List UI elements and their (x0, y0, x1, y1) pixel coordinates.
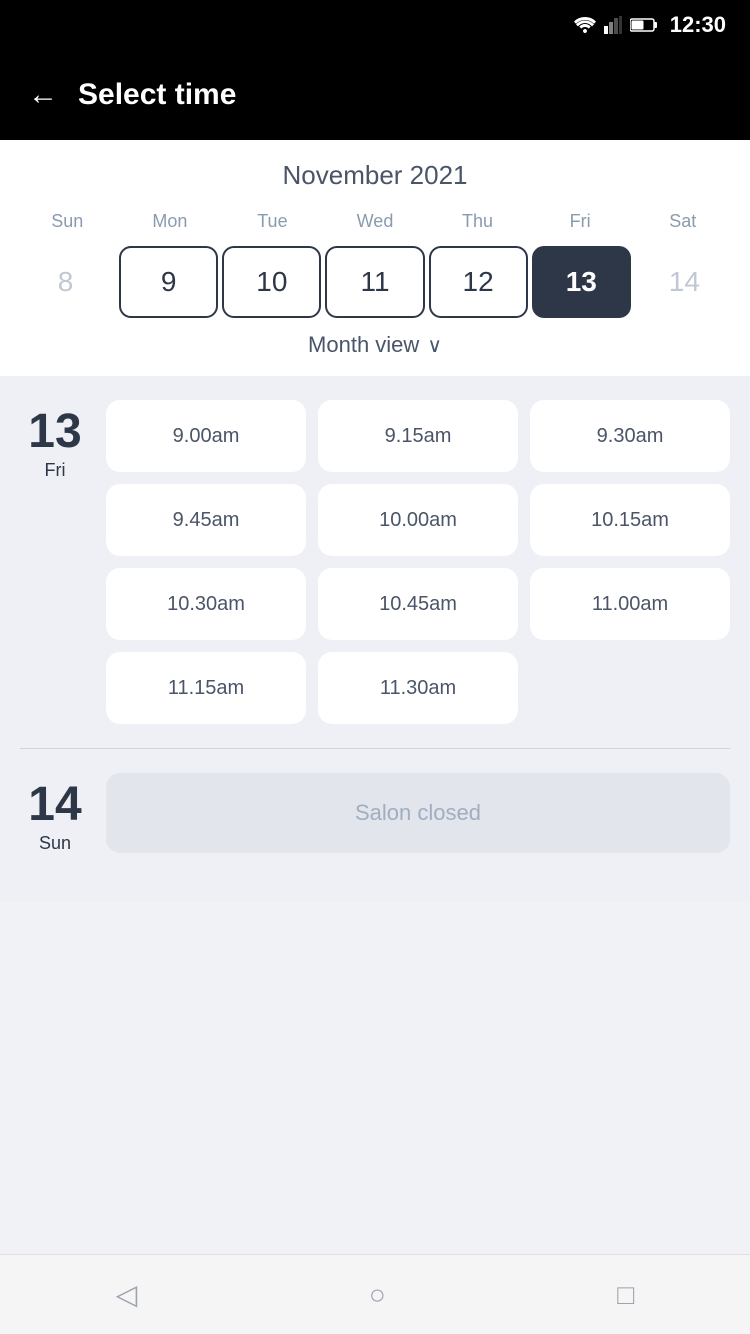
time-slot-1100[interactable]: 11.00am (530, 568, 730, 640)
time-slot-1045[interactable]: 10.45am (318, 568, 518, 640)
month-view-label: Month view (308, 332, 419, 358)
signal-icon (604, 16, 622, 34)
time-slot-1130[interactable]: 11.30am (318, 652, 518, 724)
day-name-14: Sun (39, 833, 71, 854)
time-slot-900[interactable]: 9.00am (106, 400, 306, 472)
weekday-sat: Sat (631, 207, 734, 236)
nav-bar: ◁ ○ □ (0, 1254, 750, 1334)
nav-back-button[interactable]: ◁ (116, 1278, 138, 1311)
app-header: ← Select time (0, 50, 750, 140)
nav-recent-button[interactable]: □ (617, 1279, 634, 1311)
weekday-fri: Fri (529, 207, 632, 236)
nav-home-button[interactable]: ○ (369, 1279, 386, 1311)
weekday-mon: Mon (119, 207, 222, 236)
salon-closed-message: Salon closed (106, 773, 730, 853)
time-grid-13: 9.00am 9.15am 9.30am 9.45am 10.00am 10.1… (106, 400, 730, 724)
time-slot-930[interactable]: 9.30am (530, 400, 730, 472)
time-slot-915[interactable]: 9.15am (318, 400, 518, 472)
calendar-day-14[interactable]: 14 (635, 246, 734, 318)
calendar-day-12[interactable]: 12 (429, 246, 528, 318)
time-slot-1015[interactable]: 10.15am (530, 484, 730, 556)
day-block-13: 13 Fri 9.00am 9.15am 9.30am 9.45am 10.00… (20, 400, 730, 724)
day-block-14: 14 Sun Salon closed (20, 773, 730, 854)
back-button[interactable]: ← (28, 78, 58, 112)
time-slot-1030[interactable]: 10.30am (106, 568, 306, 640)
calendar-day-8[interactable]: 8 (16, 246, 115, 318)
time-slot-1115[interactable]: 11.15am (106, 652, 306, 724)
calendar-month: November 2021 (16, 160, 734, 191)
time-slot-1000[interactable]: 10.00am (318, 484, 518, 556)
month-view-toggle[interactable]: Month view ∨ (16, 318, 734, 364)
day-number-13: 13 (28, 408, 81, 456)
day-label-14: 14 Sun (20, 773, 90, 854)
battery-icon (630, 17, 658, 33)
calendar-day-11[interactable]: 11 (325, 246, 424, 318)
day-name-13: Fri (45, 460, 66, 481)
weekday-tue: Tue (221, 207, 324, 236)
section-divider (20, 748, 730, 749)
calendar-weekdays: Sun Mon Tue Wed Thu Fri Sat (16, 207, 734, 236)
weekday-sun: Sun (16, 207, 119, 236)
weekday-wed: Wed (324, 207, 427, 236)
calendar-day-10[interactable]: 10 (222, 246, 321, 318)
timeslots-section: 13 Fri 9.00am 9.15am 9.30am 9.45am 10.00… (0, 376, 750, 902)
calendar-section: November 2021 Sun Mon Tue Wed Thu Fri Sa… (0, 140, 750, 376)
status-time: 12:30 (670, 12, 726, 38)
day-label-13: 13 Fri (20, 400, 90, 724)
day-number-14: 14 (28, 781, 81, 829)
page-title: Select time (78, 78, 236, 112)
status-icons (574, 16, 658, 34)
calendar-day-13[interactable]: 13 (532, 246, 631, 318)
wifi-icon (574, 17, 596, 33)
chevron-down-icon: ∨ (427, 333, 442, 358)
status-bar: 12:30 (0, 0, 750, 50)
calendar-day-9[interactable]: 9 (119, 246, 218, 318)
weekday-thu: Thu (426, 207, 529, 236)
time-slot-945[interactable]: 9.45am (106, 484, 306, 556)
calendar-days: 8 9 10 11 12 13 14 (16, 246, 734, 318)
